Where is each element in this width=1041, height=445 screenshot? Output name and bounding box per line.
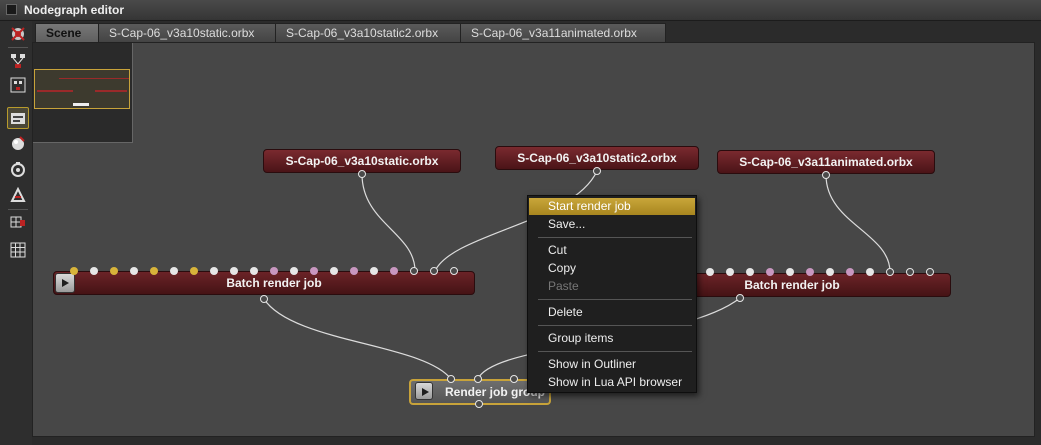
menu-start-render-job[interactable]: Start render job bbox=[529, 198, 695, 215]
tab-file-3[interactable]: S-Cap-06_v3a11animated.orbx bbox=[460, 23, 666, 42]
batch-1-input-port[interactable] bbox=[370, 267, 378, 275]
menu-separator bbox=[538, 237, 692, 238]
menu-show-in-lua-api-browser[interactable]: Show in Lua API browser bbox=[529, 374, 695, 391]
node-inspect-icon[interactable] bbox=[8, 75, 28, 95]
material-icon[interactable] bbox=[8, 133, 28, 153]
left-toolbar bbox=[0, 21, 32, 445]
group-play-button[interactable] bbox=[415, 382, 433, 400]
menu-group-items[interactable]: Group items bbox=[529, 330, 695, 347]
batch-2-input-port[interactable] bbox=[906, 268, 914, 276]
batch-1-input-port[interactable] bbox=[430, 267, 438, 275]
batch-2-input-port[interactable] bbox=[846, 268, 854, 276]
texture-icon[interactable] bbox=[8, 185, 28, 205]
tab-bar: Scene S-Cap-06_v3a10static.orbx S-Cap-06… bbox=[32, 21, 1041, 42]
batch-1-input-port[interactable] bbox=[90, 267, 98, 275]
window-icon[interactable] bbox=[6, 4, 17, 15]
batch-2-input-port[interactable] bbox=[806, 268, 814, 276]
title-bar: Nodegraph editor bbox=[0, 0, 1041, 21]
camera-icon[interactable] bbox=[8, 159, 28, 179]
grid-icon[interactable] bbox=[8, 240, 28, 260]
batch-2-input-port[interactable] bbox=[766, 268, 774, 276]
wire-source1 bbox=[361, 173, 416, 272]
minimap[interactable] bbox=[33, 43, 133, 143]
batch-1-input-port[interactable] bbox=[210, 267, 218, 275]
source-node-static-output[interactable] bbox=[358, 170, 366, 178]
menu-delete[interactable]: Delete bbox=[529, 304, 695, 321]
batch-2-input-port[interactable] bbox=[926, 268, 934, 276]
recenter-icon[interactable] bbox=[8, 24, 28, 44]
menu-save[interactable]: Save... bbox=[529, 216, 695, 233]
batch-1-input-port[interactable] bbox=[70, 267, 78, 275]
batch-1-input-port[interactable] bbox=[390, 267, 398, 275]
batch-1-output[interactable] bbox=[260, 295, 268, 303]
tab-scene[interactable]: Scene bbox=[35, 23, 99, 42]
batch-1-input-port[interactable] bbox=[190, 267, 198, 275]
batch-1-input-port[interactable] bbox=[230, 267, 238, 275]
group-input-2[interactable] bbox=[474, 375, 482, 383]
batch-1-input-port[interactable] bbox=[170, 267, 178, 275]
batch-2-input-port[interactable] bbox=[866, 268, 874, 276]
batch-2-input-port[interactable] bbox=[886, 268, 894, 276]
batch-1-input-port[interactable] bbox=[250, 267, 258, 275]
node-layout-icon[interactable] bbox=[8, 51, 28, 71]
group-input-3[interactable] bbox=[510, 375, 518, 383]
menu-separator bbox=[538, 299, 692, 300]
batch-1-input-port[interactable] bbox=[410, 267, 418, 275]
batch-1-input-port[interactable] bbox=[150, 267, 158, 275]
batch-1-input-port[interactable] bbox=[270, 267, 278, 275]
batch-1-input-port[interactable] bbox=[310, 267, 318, 275]
batch-2-output[interactable] bbox=[736, 294, 744, 302]
wire-source3 bbox=[825, 174, 891, 273]
batch-render-job-1-label: Batch render job bbox=[226, 276, 322, 290]
minimap-viewport[interactable] bbox=[34, 69, 130, 109]
menu-separator bbox=[538, 351, 692, 352]
render-target-icon[interactable] bbox=[7, 107, 29, 129]
menu-cut[interactable]: Cut bbox=[529, 242, 695, 259]
batch-1-input-port[interactable] bbox=[350, 267, 358, 275]
tab-file-2[interactable]: S-Cap-06_v3a10static2.orbx bbox=[275, 23, 461, 42]
menu-copy[interactable]: Copy bbox=[529, 260, 695, 277]
batch-1-input-port[interactable] bbox=[450, 267, 458, 275]
batch-1-input-port[interactable] bbox=[290, 267, 298, 275]
batch-1-input-port[interactable] bbox=[330, 267, 338, 275]
batch-1-input-port[interactable] bbox=[110, 267, 118, 275]
batch-2-input-port[interactable] bbox=[746, 268, 754, 276]
wire-batch1 bbox=[263, 298, 452, 380]
menu-paste[interactable]: Paste bbox=[529, 278, 695, 295]
batch-2-input-port[interactable] bbox=[786, 268, 794, 276]
batch-1-play-button[interactable] bbox=[55, 273, 75, 293]
batch-render-job-2-label: Batch render job bbox=[744, 278, 840, 292]
grid-snap-icon[interactable] bbox=[8, 214, 28, 234]
window-title: Nodegraph editor bbox=[24, 3, 125, 17]
group-input-1[interactable] bbox=[447, 375, 455, 383]
batch-1-input-port[interactable] bbox=[130, 267, 138, 275]
tab-file-1[interactable]: S-Cap-06_v3a10static.orbx bbox=[98, 23, 276, 42]
group-output[interactable] bbox=[475, 400, 483, 408]
context-menu: Start render job Save... Cut Copy Paste … bbox=[527, 195, 697, 393]
source-node-animated-output[interactable] bbox=[822, 171, 830, 179]
source-node-static2-output[interactable] bbox=[593, 167, 601, 175]
menu-show-in-outliner[interactable]: Show in Outliner bbox=[529, 356, 695, 373]
menu-separator bbox=[538, 325, 692, 326]
batch-2-input-port[interactable] bbox=[826, 268, 834, 276]
batch-2-input-port[interactable] bbox=[706, 268, 714, 276]
batch-2-input-port[interactable] bbox=[726, 268, 734, 276]
